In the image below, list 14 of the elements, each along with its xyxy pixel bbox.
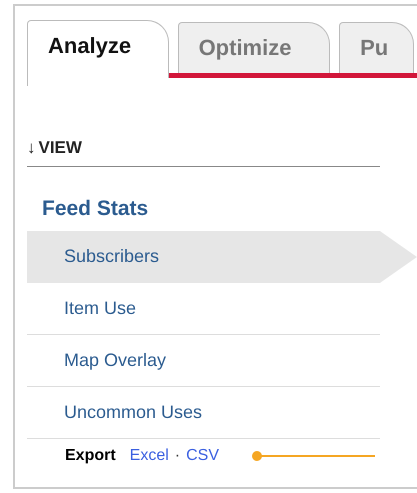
nav-item[interactable]: Item Use xyxy=(27,283,380,335)
export-label: Export xyxy=(65,447,116,465)
nav-item[interactable]: Map Overlay xyxy=(27,335,380,387)
tab[interactable]: Analyze xyxy=(27,20,169,78)
down-arrow-icon: ↓ xyxy=(27,138,36,158)
section-title: Feed Stats xyxy=(42,197,150,221)
tab[interactable]: Optimize xyxy=(178,22,330,73)
export-link[interactable]: Excel xyxy=(130,447,169,465)
separator: · xyxy=(174,447,180,465)
nav-item[interactable]: Subscribers xyxy=(27,231,417,283)
view-toggle[interactable]: VIEW xyxy=(38,138,82,158)
export-link[interactable]: CSV xyxy=(186,447,220,465)
nav-item[interactable]: Uncommon Uses xyxy=(27,387,380,439)
tab[interactable]: Pu xyxy=(339,22,414,73)
